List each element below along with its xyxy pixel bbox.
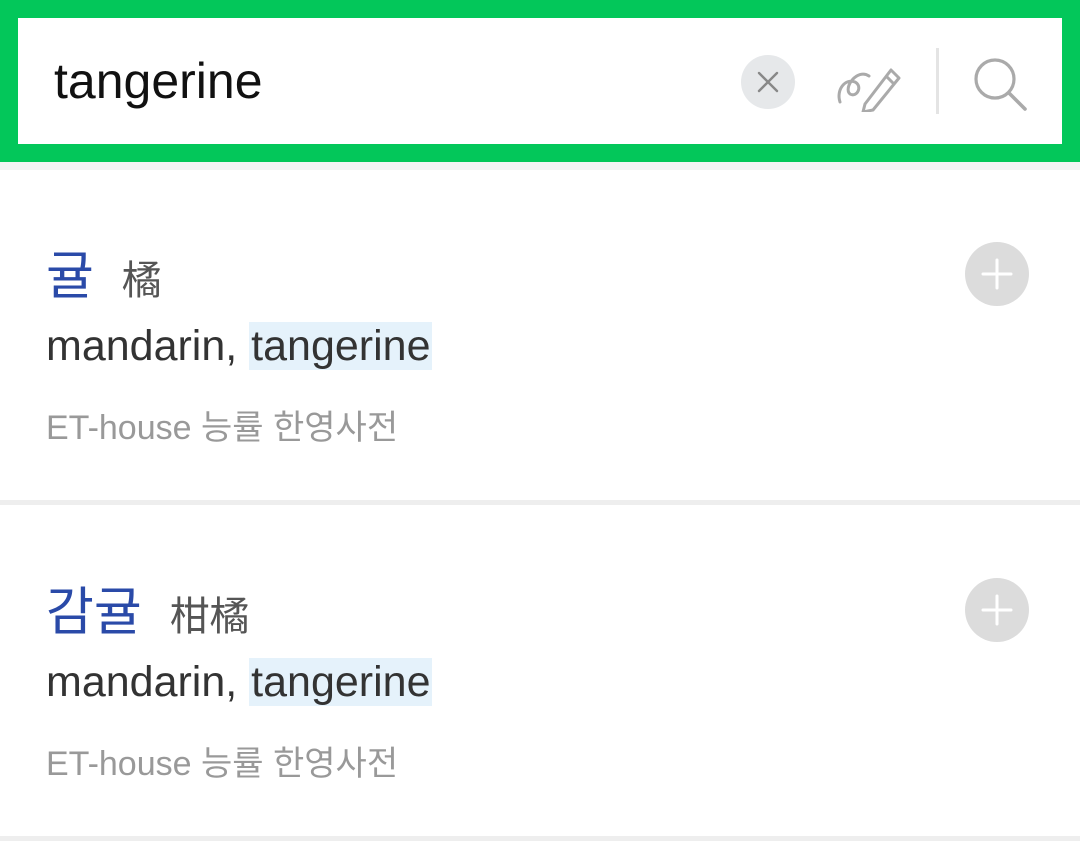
meaning-text: mandarin,: [46, 658, 250, 706]
entry-separator: [0, 500, 1080, 505]
result-entry[interactable]: 감귤 柑橘 mandarin, tangerine ET-house 능률 한영…: [0, 506, 1080, 836]
search-bar: [0, 0, 1080, 162]
headword-row: 귤 橘: [46, 234, 162, 309]
add-to-wordbook-button[interactable]: [965, 578, 1029, 642]
meaning: mandarin, tangerine: [46, 658, 433, 707]
handwriting-pen-icon: [837, 68, 901, 112]
entry-separator: [0, 836, 1080, 841]
top-separator: [0, 162, 1080, 170]
headword-row: 감귤 柑橘: [46, 570, 250, 645]
plus-icon: [981, 594, 1013, 626]
clear-button[interactable]: [741, 55, 795, 109]
search-input[interactable]: [54, 40, 694, 122]
meaning: mandarin, tangerine: [46, 322, 433, 371]
hanja: 橘: [121, 259, 162, 303]
meaning-text: mandarin,: [46, 322, 250, 370]
result-entry[interactable]: 귤 橘 mandarin, tangerine ET-house 능률 한영사전: [0, 170, 1080, 500]
dictionary-source: ET-house 능률 한영사전: [46, 409, 399, 447]
add-to-wordbook-button[interactable]: [965, 242, 1029, 306]
dictionary-source: ET-house 능률 한영사전: [46, 745, 399, 783]
close-icon: [757, 71, 779, 93]
headword[interactable]: 귤: [46, 234, 94, 309]
meaning-match-highlight: tangerine: [249, 322, 433, 370]
hanja: 柑橘: [169, 595, 250, 639]
search-box: [18, 18, 1062, 144]
plus-icon: [981, 258, 1013, 290]
search-button[interactable]: [962, 46, 1038, 122]
search-icon: [974, 58, 1027, 111]
meaning-match-highlight: tangerine: [249, 658, 433, 706]
headword[interactable]: 감귤: [46, 570, 142, 645]
handwriting-button[interactable]: [830, 44, 910, 120]
search-divider: [936, 48, 939, 114]
